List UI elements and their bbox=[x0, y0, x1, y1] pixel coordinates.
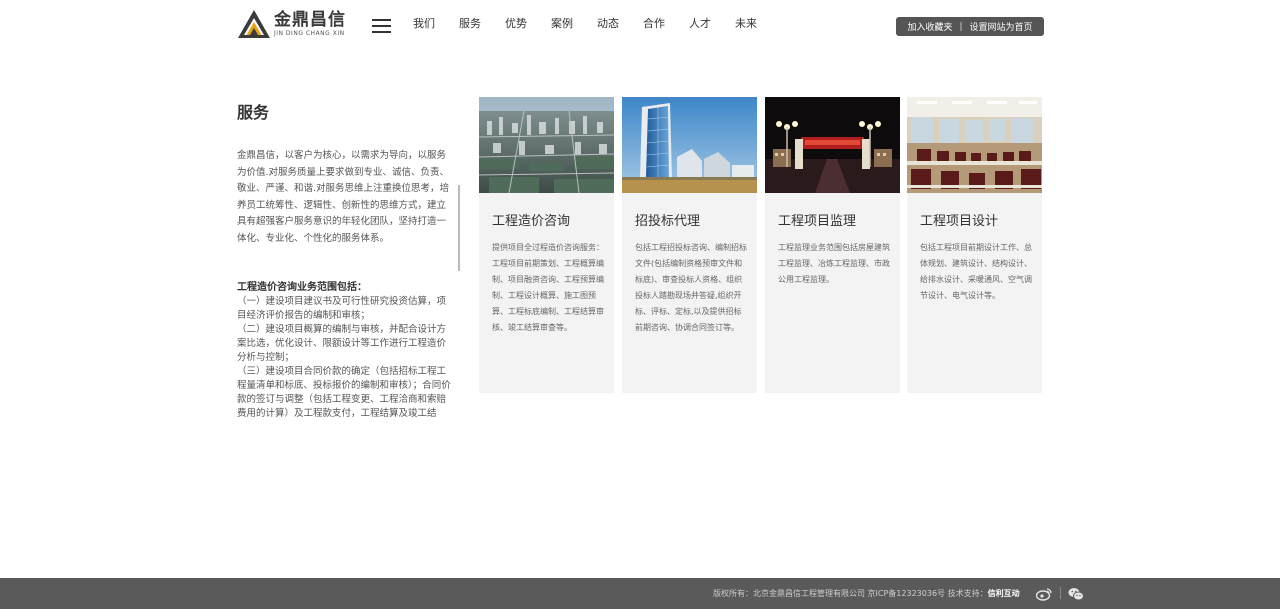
card-title: 工程造价咨询 bbox=[492, 214, 571, 229]
service-card-cost-consulting[interactable]: 工程造价咨询 提供项目全过程造价咨询服务：工程项目前期策划、工程概算编制、项目融… bbox=[479, 97, 614, 393]
nav-item-weilai[interactable]: 未来 bbox=[735, 17, 757, 31]
footer-divider bbox=[1060, 587, 1061, 599]
nav-item-hezuo[interactable]: 合作 bbox=[643, 17, 665, 31]
service-description[interactable]: 金鼎昌信，以客户为核心，以需求为导向，以服务为价值.对服务质量上要求做到专业、诚… bbox=[237, 148, 454, 420]
nav-item-fuwu[interactable]: 服务 bbox=[459, 17, 481, 31]
nav-item-rencai[interactable]: 人才 bbox=[689, 17, 711, 31]
scope-item: （二）建设项目概算的编制与审核，并配合设计方案比选，优化设计、限额设计等工作进行… bbox=[237, 324, 447, 363]
card-title: 招投标代理 bbox=[635, 214, 701, 229]
tech-support-link[interactable]: 信利互动 bbox=[988, 589, 1020, 598]
weibo-icon[interactable] bbox=[1035, 586, 1052, 601]
site-header: 金鼎昌信 JIN DING CHANG XIN 我们 服务 优势 案例 动态 合… bbox=[0, 0, 1280, 52]
service-card-supervision[interactable]: 工程项目监理 工程监理业务范围包括房屋建筑工程监理、冶炼工程监理、市政公用工程监… bbox=[765, 97, 900, 393]
brand-name: 金鼎昌信 bbox=[274, 10, 346, 30]
scope-item: （一）建设项目建议书及可行性研究投资估算，项目经济评价报告的编制和审核； bbox=[237, 296, 447, 321]
nav-item-women[interactable]: 我们 bbox=[413, 17, 435, 31]
nav-item-anli[interactable]: 案例 bbox=[551, 17, 573, 31]
nav-item-dongtai[interactable]: 动态 bbox=[597, 17, 619, 31]
service-intro: 金鼎昌信，以客户为核心，以需求为导向，以服务为价值.对服务质量上要求做到专业、诚… bbox=[237, 150, 450, 244]
card-title: 工程项目设计 bbox=[920, 214, 999, 229]
card-description: 提供项目全过程造价咨询服务：工程项目前期策划、工程概算编制、项目融资咨询、工程预… bbox=[492, 243, 604, 332]
scope-title: 工程造价咨询业务范围包括： bbox=[237, 282, 367, 293]
service-card-design[interactable]: 工程项目设计 包括工程项目前期设计工作、总体规划、建筑设计、结构设计、给排水设计… bbox=[907, 97, 1042, 393]
logo[interactable]: 金鼎昌信 JIN DING CHANG XIN bbox=[237, 9, 346, 39]
set-homepage-link[interactable]: 设置网站为首页 bbox=[970, 20, 1033, 33]
card-description: 包括工程招投标咨询、编制招标文件(包括编制资格预审文件和标底)、审查投标人资格、… bbox=[635, 243, 747, 332]
nav-item-youshi[interactable]: 优势 bbox=[505, 17, 527, 31]
main-nav: 我们 服务 优势 案例 动态 合作 人才 未来 bbox=[413, 17, 781, 31]
service-card-bidding-agency[interactable]: 招投标代理 包括工程招投标咨询、编制招标文件(包括编制资格预审文件和标底)、审查… bbox=[622, 97, 757, 393]
bookmark-link[interactable]: 加入收藏夹 bbox=[907, 20, 952, 33]
card-description: 包括工程项目前期设计工作、总体规划、建筑设计、结构设计、给排水设计、采暖通风、空… bbox=[920, 243, 1032, 300]
copyright: 版权所有：北京金鼎昌信工程管理有限公司 京ICP备12323036号 技术支持：… bbox=[713, 588, 1020, 599]
wechat-icon[interactable] bbox=[1068, 586, 1084, 601]
action-separator: | bbox=[959, 21, 963, 32]
scrollbar-thumb[interactable] bbox=[458, 185, 460, 271]
city-aerial-photo bbox=[479, 97, 614, 193]
copyright-text: 版权所有：北京金鼎昌信工程管理有限公司 京ICP备12323036号 技术支持： bbox=[713, 589, 988, 598]
logo-mark-icon bbox=[237, 9, 271, 39]
card-title: 工程项目监理 bbox=[778, 214, 857, 229]
brand-name-en: JIN DING CHANG XIN bbox=[274, 30, 345, 37]
scope-item: （三）建设项目合同价款的确定（包括招标工程工程量清单和标底、投标报价的编制和审核… bbox=[237, 366, 451, 419]
meeting-room-photo bbox=[907, 97, 1042, 193]
card-description: 工程监理业务范围包括房屋建筑工程监理、冶炼工程监理、市政公用工程监理。 bbox=[778, 243, 890, 284]
glass-tower-photo bbox=[622, 97, 757, 193]
menu-icon[interactable] bbox=[372, 19, 391, 33]
night-gate-photo bbox=[765, 97, 900, 193]
top-actions: 加入收藏夹 | 设置网站为首页 bbox=[896, 17, 1044, 36]
page-title: 服务 bbox=[237, 103, 270, 122]
site-footer: 版权所有：北京金鼎昌信工程管理有限公司 京ICP备12323036号 技术支持：… bbox=[0, 578, 1280, 609]
